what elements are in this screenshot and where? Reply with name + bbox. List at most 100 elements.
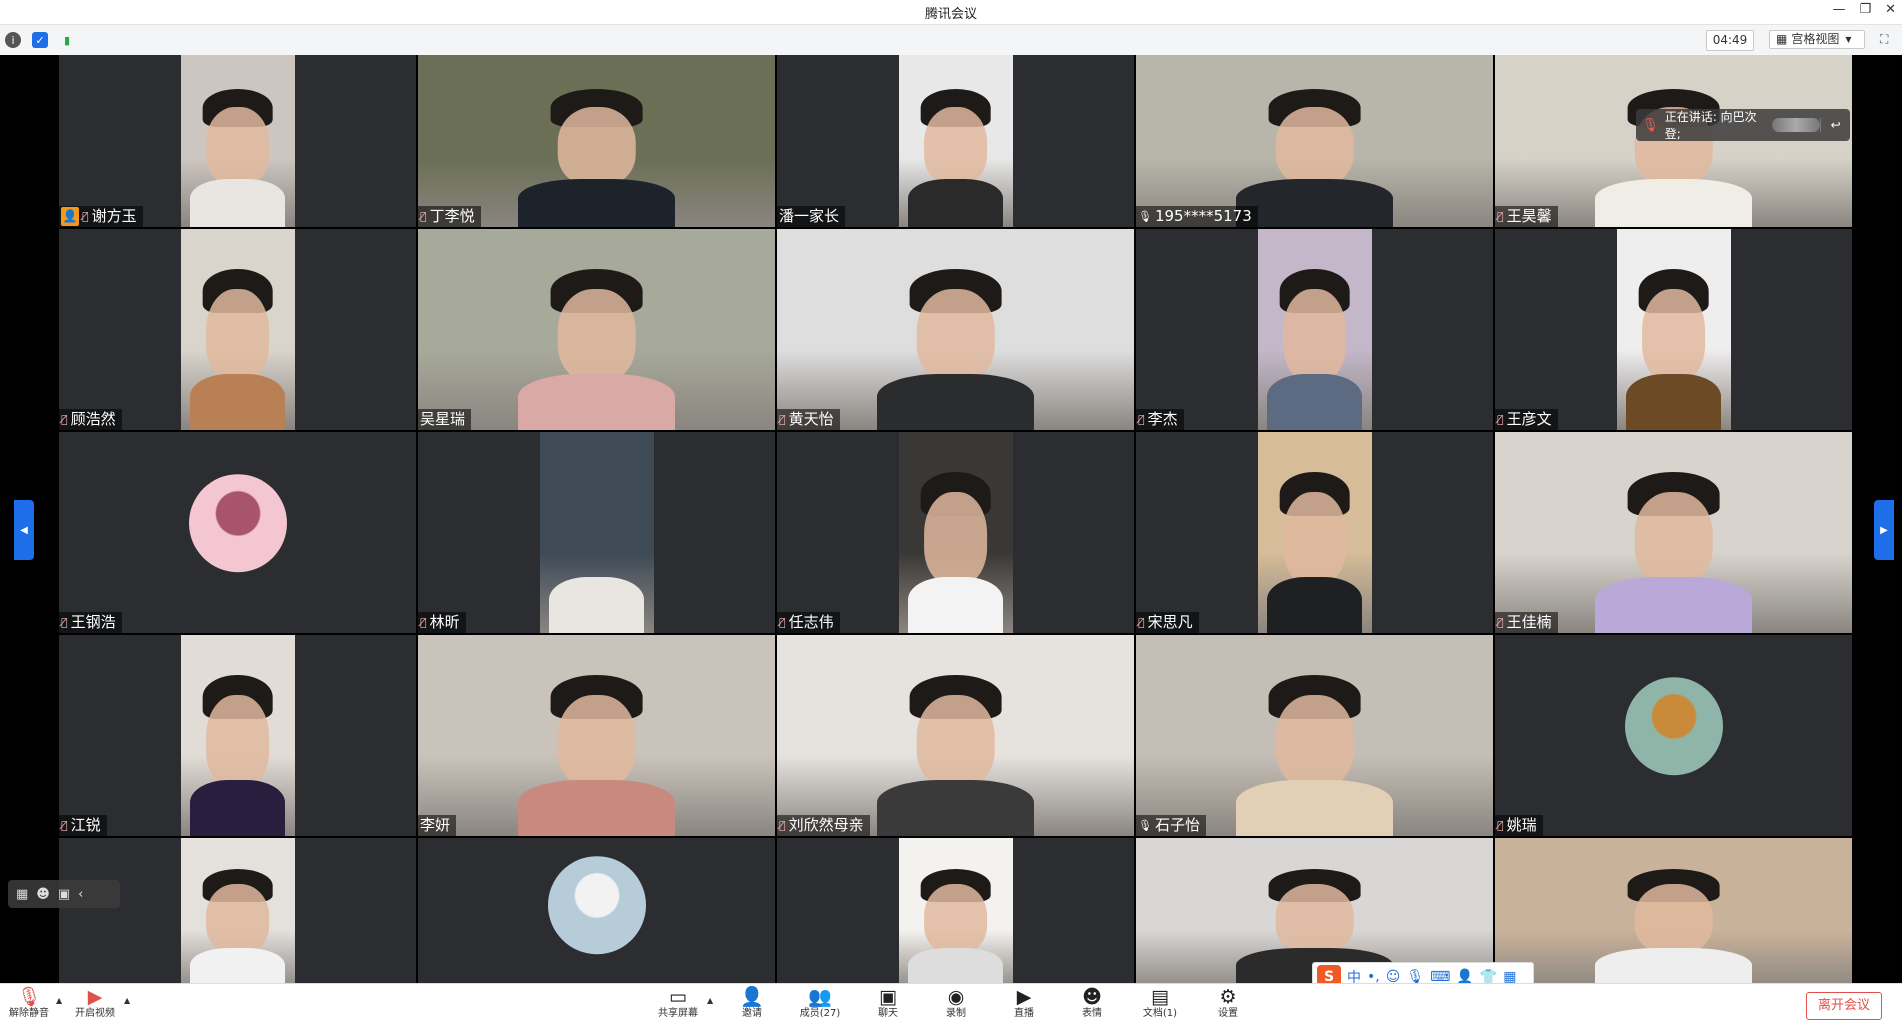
participant-tile[interactable] [777,838,1134,991]
chat-button[interactable]: ▣ 聊天 [863,986,913,1022]
video-face-shape [1275,695,1354,788]
participant-name-tag: 🎙̸ 顾浩然 [59,409,122,430]
blurred-name [1772,118,1821,132]
participant-tile[interactable]: 🎙̸ 任志伟 [777,432,1134,633]
participant-name-tag: 🎙̸ 王佳楠 [1495,612,1558,633]
participant-tile[interactable] [418,838,775,991]
video-feed [1257,229,1372,430]
participant-name-tag: 🎙̸ 林昕 [418,612,466,633]
mic-options-icon[interactable]: ▲ [56,996,62,1005]
video-body-shape [1594,576,1753,633]
participant-name: 李杰 [1147,410,1178,428]
invite-button[interactable]: 👤 邀请 [727,986,777,1022]
restore-icon[interactable]: ❐ [1859,2,1871,17]
video-face-shape [923,492,988,585]
reaction-button[interactable]: ☻ 表情 [1067,986,1117,1022]
share-options-icon[interactable]: ▲ [707,996,713,1005]
participant-tile[interactable]: 🎙̸ 黄天怡 [777,229,1134,430]
live-button[interactable]: ▶ 直播 [999,986,1049,1022]
video-face-shape [923,106,988,186]
video-body-shape [189,178,286,227]
participant-tile[interactable]: 🎙 195****5173 [1136,55,1493,227]
participant-tile[interactable] [1495,838,1852,991]
members-icon: 👥 [808,986,832,1008]
participant-tile[interactable]: 👤 🎙̸ 谢方玉 [59,55,416,227]
participant-tile[interactable]: 吴星瑞 [418,229,775,430]
participant-name: 姚瑞 [1506,816,1537,834]
video-options-icon[interactable]: ▲ [124,996,130,1005]
emoji-icon[interactable]: ☻ [36,887,50,902]
microphone-icon: 🎙 [1138,210,1152,223]
participant-name-tag: 🎙̸ 丁李悦 [418,206,481,227]
bottom-toolbar: 🎙 解除静音 ▲ ▶ 开启视频 ▲ ▭ 共享屏幕 ▲ 👤 邀请 👥 成员(27)… [0,983,1902,1022]
participant-tile[interactable]: 🎙̸ 顾浩然 [59,229,416,430]
settings-label: 设置 [1218,1008,1238,1019]
shield-icon[interactable]: ✓ [32,32,48,48]
record-button[interactable]: ◉ 录制 [931,986,981,1022]
fullscreen-icon[interactable]: ⛶ [1880,32,1894,46]
video-feed [777,635,1134,836]
participant-name: 195****5173 [1154,207,1252,225]
participant-name-tag: 🎙̸ 王彦文 [1495,409,1558,430]
participant-tile[interactable]: 李妍 [418,635,775,836]
prev-page-button[interactable]: ◀ [14,500,34,560]
participant-tile[interactable] [59,838,416,991]
video-feed [180,838,295,991]
video-face-shape [1641,289,1706,382]
apps-icon[interactable]: ▦ [16,887,28,902]
participant-name-tag: 🎙̸ 姚瑞 [1495,815,1543,836]
participant-tile[interactable]: 潘一家长 [777,55,1134,227]
leave-meeting-button[interactable]: 离开会议 [1806,992,1882,1020]
video-feed [539,432,654,633]
mic-muted-icon: 🎙̸ [61,413,68,426]
mic-muted-icon: 🎙̸ [420,210,427,223]
info-icon[interactable]: i [5,32,21,48]
video-stage: 👤 🎙̸ 谢方玉 🎙̸ 丁李悦 潘一家长 🎙 195****5173 🎙̸ 王昊馨 🎙̸ 顾浩然 吴星瑞… [0,55,1902,991]
minimize-icon[interactable]: — [1832,2,1845,17]
host-icon: 👤 [61,207,79,226]
participant-tile[interactable]: 🎙̸ 宋思凡 [1136,432,1493,633]
participant-name: 王昊馨 [1506,207,1552,225]
share-screen-button[interactable]: ▭ 共享屏幕 [653,986,703,1022]
close-icon[interactable]: ✕ [1885,2,1896,17]
participant-name: 任志伟 [788,613,834,631]
unmute-button[interactable]: 🎙 解除静音 [4,986,54,1022]
participant-name: 江锐 [70,816,101,834]
settings-button[interactable]: ⚙ 设置 [1203,986,1253,1022]
docs-button[interactable]: ▤ 文档(1) [1135,986,1185,1022]
chat-icon: ▣ [879,986,897,1008]
participant-tile[interactable]: 🎙̸ 王钢浩 [59,432,416,633]
members-button[interactable]: 👥 成员(27) [795,986,845,1022]
document-icon: ▤ [1151,986,1169,1008]
video-body-shape [907,576,1004,633]
live-icon: ▶ [1016,986,1032,1008]
start-video-button[interactable]: ▶ 开启视频 [70,986,120,1022]
participant-tile[interactable]: 🎙̸ 李杰 [1136,229,1493,430]
participant-tile[interactable]: 🎙̸ 江锐 [59,635,416,836]
video-face-shape [557,289,636,382]
participant-tile[interactable]: 🎙̸ 刘欣然母亲 [777,635,1134,836]
video-feed [1616,229,1731,430]
video-body-shape [876,779,1035,836]
floating-toolbar: ▦ ☻ ▣ ‹ [8,880,120,908]
collapse-left-icon[interactable]: ‹ [78,887,83,902]
participant-name: 黄天怡 [788,410,834,428]
collapse-icon[interactable]: ↩ [1820,118,1850,132]
video-body-shape [517,178,676,227]
view-mode-button[interactable]: ▦ 宫格视图 ▼ [1769,30,1865,49]
video-face-shape [1282,289,1347,382]
participant-tile[interactable]: 🎙 石子怡 [1136,635,1493,836]
chat-bubble-icon[interactable]: ▣ [58,887,70,902]
signal-icon[interactable]: ▮ [59,32,75,48]
next-page-button[interactable]: ▶ [1874,500,1894,560]
video-feed [180,229,295,430]
participant-tile[interactable]: 🎙̸ 姚瑞 [1495,635,1852,836]
share-label: 共享屏幕 [658,1008,698,1019]
participant-tile[interactable]: 🎙̸ 丁李悦 [418,55,775,227]
participant-tile[interactable]: 🎙̸ 王彦文 [1495,229,1852,430]
participant-name: 谢方玉 [91,207,137,225]
participant-tile[interactable]: 🎙̸ 林昕 [418,432,775,633]
participant-tile[interactable]: 🎙̸ 王佳楠 [1495,432,1852,633]
participant-name-tag: 🎙̸ 王昊馨 [1495,206,1558,227]
video-face-shape [916,289,995,382]
